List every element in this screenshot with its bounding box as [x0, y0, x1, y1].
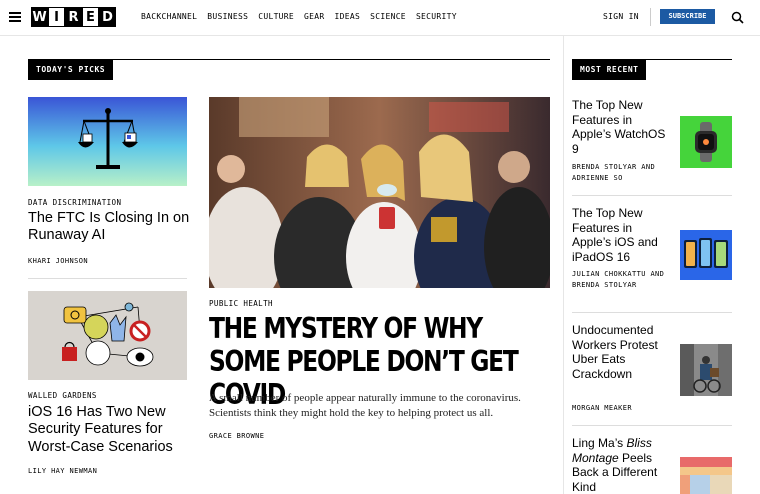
divider	[572, 195, 732, 196]
main-nav: BACKCHANNEL BUSINESS CULTURE GEAR IDEAS …	[141, 12, 457, 21]
recent-title-part: Ling Ma’s	[572, 436, 627, 450]
story-rubric[interactable]: DATA DISCRIMINATION	[28, 198, 121, 207]
divider	[572, 425, 732, 426]
column-divider	[563, 36, 564, 494]
recent-byline[interactable]: JULIAN CHOKKATTU AND BRENDA STOLYAR	[572, 269, 672, 291]
story-headline[interactable]: iOS 16 Has Two New Security Features for…	[28, 404, 188, 456]
search-icon[interactable]	[731, 11, 744, 24]
story-byline[interactable]: KHARI JOHNSON	[28, 257, 88, 265]
nav-culture[interactable]: CULTURE	[258, 12, 294, 21]
todays-picks-label: TODAY'S PICKS	[28, 60, 114, 80]
bliss-montage-image[interactable]	[680, 457, 732, 494]
feature-dek: A small number of people appear naturall…	[209, 392, 521, 419]
nav-security[interactable]: SECURITY	[416, 12, 457, 21]
recent-headline[interactable]: Ling Ma’s Bliss Montage Peels Back a Dif…	[572, 436, 672, 494]
header-divider	[650, 8, 651, 26]
story-byline[interactable]: LILY HAY NEWMAN	[28, 467, 97, 475]
site-header: W I R E D BACKCHANNEL BUSINESS CULTURE G…	[0, 0, 760, 36]
feature-image[interactable]	[209, 97, 550, 288]
feature-rubric[interactable]: PUBLIC HEALTH	[209, 299, 273, 308]
nav-ideas[interactable]: IDEAS	[335, 12, 361, 21]
nav-science[interactable]: SCIENCE	[370, 12, 406, 21]
recent-headline[interactable]: The Top New Features in Apple’s WatchOS …	[572, 98, 672, 156]
most-recent-label: MOST RECENT	[572, 60, 647, 80]
wired-logo[interactable]: W I R E D	[31, 7, 116, 27]
logo-letter: D	[99, 7, 116, 27]
nav-business[interactable]: BUSINESS	[207, 12, 248, 21]
recent-byline[interactable]: BRENDA STOLYAR AND ADRIENNE SO	[572, 162, 672, 184]
recent-headline[interactable]: The Top New Features in Apple’s iOS and …	[572, 206, 672, 264]
divider	[28, 278, 187, 279]
uber-eats-image[interactable]	[680, 344, 732, 396]
sign-in-link[interactable]: SIGN IN	[603, 12, 639, 21]
logo-letter: R	[65, 7, 82, 27]
nav-gear[interactable]: GEAR	[304, 12, 324, 21]
logo-letter: W	[31, 7, 48, 27]
subscribe-button[interactable]: SUBSCRIBE	[660, 9, 715, 24]
menu-icon[interactable]	[9, 12, 21, 22]
logo-letter: E	[82, 7, 99, 27]
watchos-image[interactable]	[680, 116, 732, 168]
story-rubric[interactable]: WALLED GARDENS	[28, 391, 97, 400]
nav-backchannel[interactable]: BACKCHANNEL	[141, 12, 197, 21]
ftc-ai-image[interactable]	[28, 97, 187, 186]
recent-headline[interactable]: Undocumented Workers Protest Uber Eats C…	[572, 323, 672, 381]
recent-byline[interactable]: MORGAN MEAKER	[572, 404, 632, 412]
logo-letter: I	[48, 7, 65, 27]
story-headline[interactable]: The FTC Is Closing In on Runaway AI	[28, 210, 190, 244]
divider	[572, 312, 732, 313]
ios-security-image[interactable]	[28, 291, 187, 380]
ios16-image[interactable]	[680, 230, 732, 280]
feature-byline[interactable]: GRACE BROWNE	[209, 432, 264, 440]
